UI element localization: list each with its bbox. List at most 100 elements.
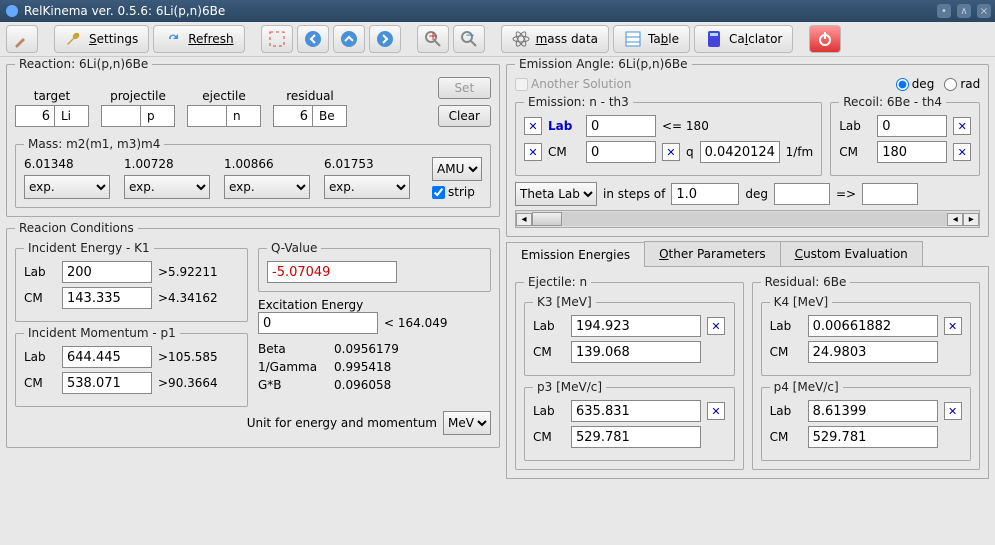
p4-lab-x[interactable]: ✕ [944,402,962,420]
emission-sub: Emission: n - th3 ✕Lab<= 180 ✕CM✕q1/fm [515,95,822,176]
zoom-in-icon: + [424,30,442,48]
k4-lab-x[interactable]: ✕ [944,317,962,335]
nav2-button[interactable] [333,25,365,53]
refresh-button[interactable]: Refresh [153,25,244,53]
p1-lab-input[interactable] [62,346,152,368]
p4-cm[interactable] [808,426,938,448]
steps-input[interactable] [671,183,739,205]
unit-select[interactable]: MeV [443,411,491,435]
circle-left-icon [304,30,322,48]
tab-other-params[interactable]: Other Parameters [644,241,781,266]
k1-group: Incident Energy - K1 Lab>5.92211 CM>4.34… [15,241,248,322]
ejectile-group: Ejectile: n K3 [MeV] Lab✕ CM p3 [MeV/c] … [515,275,744,470]
from-input[interactable] [774,183,830,205]
close-icon[interactable]: × [977,4,991,18]
k1-cm-input[interactable] [62,287,152,309]
target-header: target [34,89,71,103]
p3-cm[interactable] [571,426,701,448]
target-num-input[interactable] [15,105,55,127]
mass-val-3: 6.01753 [324,157,410,171]
settings-button[interactable]: SSettingsettings [54,25,149,53]
k3-lab-x[interactable]: ✕ [707,317,725,335]
another-check[interactable]: Another Solution [515,77,631,91]
power-button[interactable] [809,25,841,53]
tab-custom-eval[interactable]: Custom Evaluation [780,241,923,266]
p1-cm-input[interactable] [62,372,152,394]
circle-up-icon [340,30,358,48]
svg-text:−: − [465,30,475,42]
deg-radio[interactable]: deg [896,77,935,91]
mass-val-1: 1.00728 [124,157,210,171]
rec-cm-x[interactable]: ✕ [953,143,971,161]
rec-cm-input[interactable] [877,141,947,163]
q-input[interactable] [700,141,780,163]
tab-emission-energies[interactable]: Emission Energies [506,242,645,267]
atom-icon [512,30,530,48]
rec-lab-x[interactable]: ✕ [953,117,971,135]
mass-group: Mass: m2(m1, m3)m4 6.01348exp. 1.00728ex… [15,137,491,208]
p3-lab-x[interactable]: ✕ [707,402,725,420]
result-tabs: Emission Energies Other Parameters Custo… [506,241,989,267]
to-input[interactable] [862,183,918,205]
minimize-icon[interactable]: • [937,4,951,18]
em-cm-input[interactable] [586,141,656,163]
k4-group: K4 [MeV] Lab✕ CM [761,295,972,376]
theta-select[interactable]: Theta Lab [515,182,597,206]
em-lab-input[interactable] [586,115,656,137]
em-cm-x[interactable]: ✕ [524,143,542,161]
k3-group: K3 [MeV] Lab✕ CM [524,295,735,376]
rad-radio[interactable]: rad [944,77,980,91]
titlebar: RelKinema ver. 0.5.6: 6Li(p,n)6Be • ∧ × [0,0,995,22]
fit-button[interactable] [261,25,293,53]
ejec-num-input[interactable] [187,105,227,127]
set-button[interactable]: Set [438,77,491,99]
k1-lab-input[interactable] [62,261,152,283]
res-num-input[interactable] [273,105,313,127]
p4-lab[interactable] [808,400,938,422]
res-sym: Be [313,105,347,127]
k3-cm[interactable] [571,341,701,363]
wrench-icon [65,30,83,48]
q-x[interactable]: ✕ [662,143,680,161]
maximize-icon[interactable]: ∧ [957,4,971,18]
app-icon [4,3,20,19]
mass-src-3[interactable]: exp. [324,175,410,199]
mass-src-2[interactable]: exp. [224,175,310,199]
zoomin-button[interactable]: + [417,25,449,53]
projectile-header: projectile [110,89,166,103]
clear-button[interactable]: Clear [438,105,491,127]
refresh-icon [164,30,182,48]
angle-scrollbar[interactable]: ◂◂▸ [515,210,980,228]
proj-num-input[interactable] [101,105,141,127]
strip-check[interactable]: strip [432,185,482,199]
zoom-out-icon: − [460,30,478,48]
mass-legend: Mass: m2(m1, m3)m4 [24,137,164,151]
reac-cond-group: Reacion Conditions Incident Energy - K1 … [6,221,500,448]
power-icon [816,30,834,48]
nav3-button[interactable] [369,25,401,53]
home-button[interactable] [6,25,38,53]
k3-lab[interactable] [571,315,701,337]
recoil-sub: Recoil: 6Be - th4 Lab✕ CM✕ [830,95,980,176]
mass-unit-select[interactable]: AMU [432,157,482,181]
mass-src-0[interactable]: exp. [24,175,110,199]
ejectile-header: ejectile [202,89,245,103]
k4-cm[interactable] [808,341,938,363]
emission-legend: Emission Angle: 6Li(p,n)6Be [515,57,692,71]
em-lab-x[interactable]: ✕ [524,117,542,135]
nav1-button[interactable] [297,25,329,53]
calculator-button[interactable]: Calclator [694,25,793,53]
rec-lab-input[interactable] [877,115,947,137]
svg-text:+: + [428,30,438,43]
residual-group: Residual: 6Be K4 [MeV] Lab✕ CM p4 [MeV/c… [752,275,981,470]
zoomout-button[interactable]: − [453,25,485,53]
window-title: RelKinema ver. 0.5.6: 6Li(p,n)6Be [24,4,225,18]
mass-data-button[interactable]: mass data [501,25,609,53]
excitation-input[interactable] [258,312,378,334]
reaction-group: Reaction: 6Li(p,n)6Be target Li projecti… [6,57,500,217]
p3-lab[interactable] [571,400,701,422]
residual-header: residual [286,89,334,103]
table-button[interactable]: Table [613,25,690,53]
k4-lab[interactable] [808,315,938,337]
mass-src-1[interactable]: exp. [124,175,210,199]
